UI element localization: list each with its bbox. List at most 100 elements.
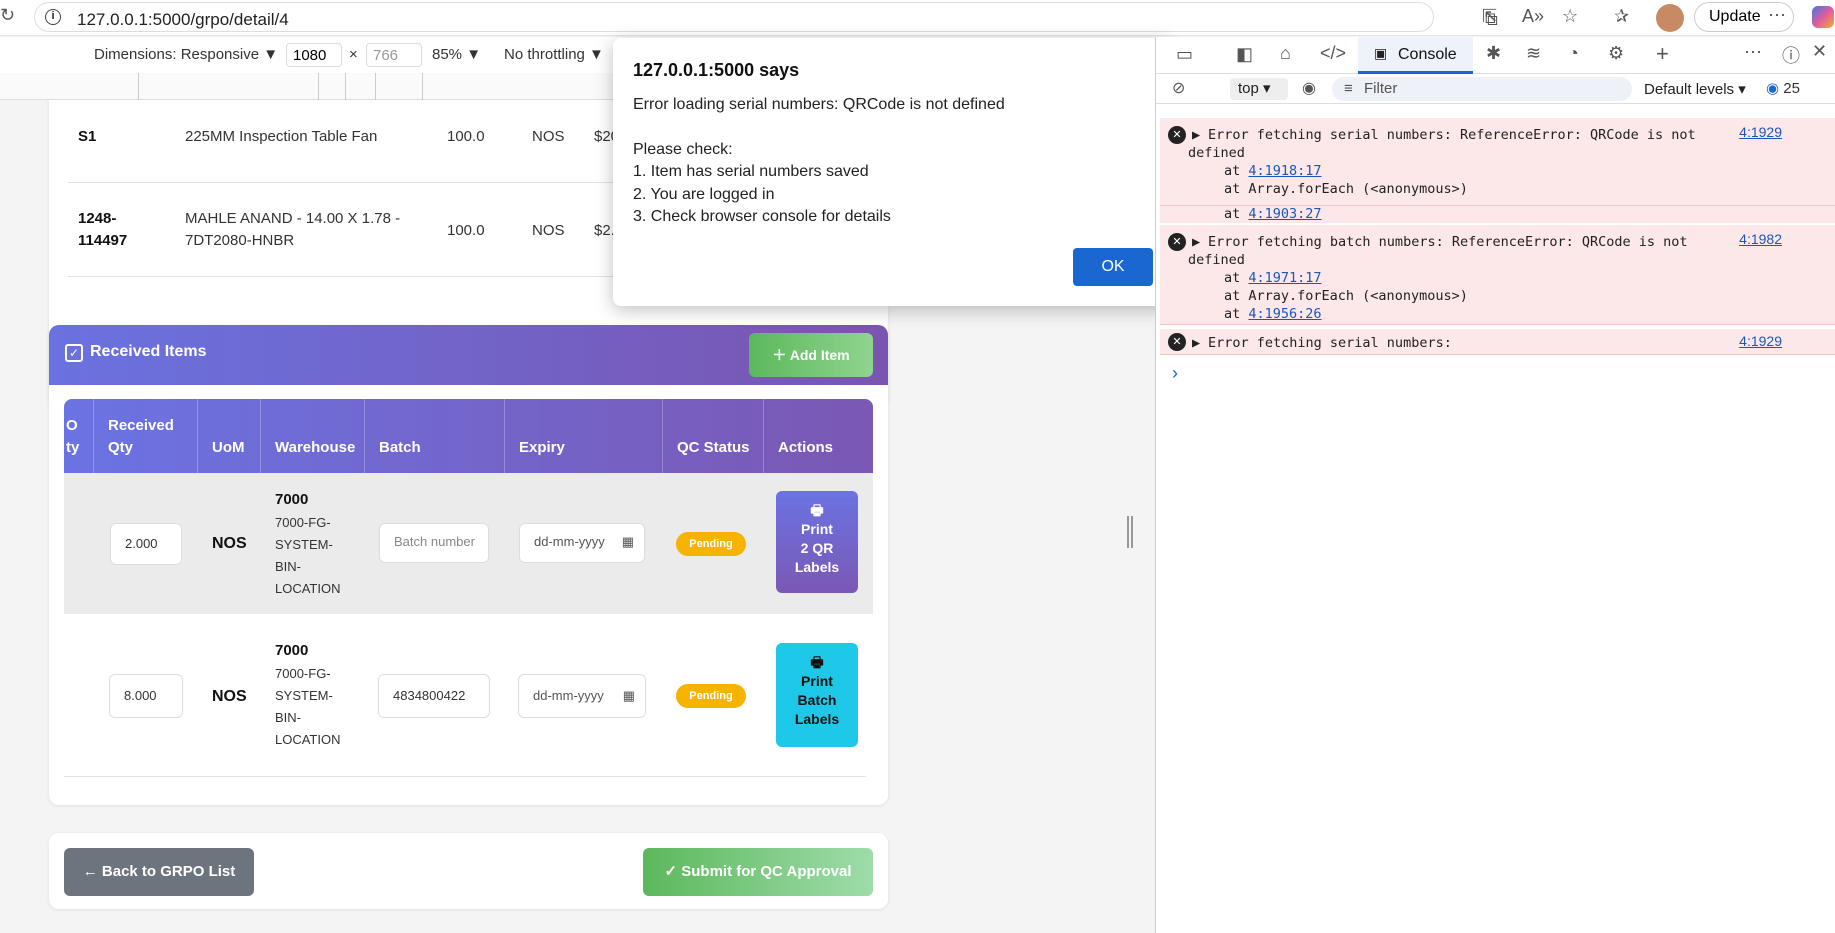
error-message: Error fetching serial numbers: [1208, 335, 1452, 351]
print-label: Batch [797, 692, 837, 708]
favorites-icon[interactable]: ✰ [1614, 6, 1629, 27]
times-sign: × [349, 46, 358, 63]
warehouse-location: 7000-FG- [275, 515, 331, 530]
dimensions-label: Dimensions: Responsive [94, 46, 260, 63]
add-tab-icon[interactable]: + [1656, 41, 1669, 67]
warehouse-code: 7000 [275, 491, 309, 508]
zoom-select[interactable]: 85% ▼ [432, 46, 481, 63]
expiry-date-input[interactable]: dd-mm-yyyy ▦ [519, 523, 645, 563]
copilot-icon[interactable] [1812, 6, 1834, 28]
expand-icon[interactable]: ▶ [1192, 234, 1200, 250]
stack-text: Array.forEach (<anonymous>) [1248, 181, 1468, 197]
context-select[interactable]: top ▾ [1230, 78, 1288, 100]
warehouse-location: SYSTEM- [275, 688, 333, 703]
tab-console[interactable]: ▣ Console [1358, 37, 1473, 74]
warehouse-location: LOCATION [275, 581, 341, 596]
calendar-icon[interactable]: ▦ [622, 524, 634, 560]
height-input[interactable] [366, 43, 422, 67]
print-batch-labels-button[interactable]: 🖶 Print Batch Labels [776, 643, 858, 747]
network-icon[interactable]: ≋ [1526, 43, 1541, 64]
home-icon[interactable]: ⌂ [1280, 43, 1291, 64]
settings-gear-icon[interactable]: ⚙ [1608, 43, 1624, 64]
dimensions-select[interactable]: Dimensions: Responsive ▼ [94, 46, 278, 63]
open-in-app-icon[interactable]: ⇱ [1482, 6, 1497, 27]
error-icon: ✕ [1168, 233, 1186, 251]
print-qr-labels-button[interactable]: 🖶 Print 2 QR Labels [776, 491, 858, 593]
received-qty-input[interactable]: 2.000 [110, 523, 182, 565]
dialog-message: Error loading serial numbers: QRCode is … [633, 96, 1005, 113]
devtools-tabs: ▭ ◧ ⌂ </> ▣ Console ✱ ≋ ◔ ⚙ + ⋯ ⓘ ✕ [1156, 37, 1835, 74]
console-icon: ▣ [1374, 45, 1388, 61]
table-row: 8.000 NOS 7000 7000-FG- SYSTEM- BIN- LOC… [64, 614, 873, 778]
help-icon[interactable]: ⓘ [1782, 42, 1800, 68]
ok-button[interactable]: OK [1073, 248, 1153, 286]
error-message: defined [1188, 145, 1245, 161]
item-uom: NOS [532, 222, 565, 239]
col-actions: Actions [778, 439, 834, 456]
profile-avatar[interactable] [1656, 4, 1684, 32]
submit-qc-button[interactable]: ✓ Submit for QC Approval [643, 848, 873, 896]
stack-link[interactable]: 4:1971:17 [1248, 270, 1321, 286]
item-code: 1248- [78, 210, 117, 227]
item-code: S1 [78, 128, 97, 145]
stack-frame: at Array.forEach (<anonymous>) [1224, 181, 1468, 197]
reload-icon[interactable]: ↻ [0, 5, 15, 26]
col-received-label: Received [108, 417, 174, 434]
print-label: Print [801, 673, 833, 689]
received-qty-input[interactable]: 8.000 [109, 674, 183, 718]
issues-icon: ◉ [1766, 80, 1780, 97]
clear-console-icon[interactable]: ⊘ [1172, 78, 1185, 98]
calendar-icon[interactable]: ▦ [623, 675, 635, 717]
stack-frame: at 4:1903:27 [1224, 206, 1322, 222]
add-item-label: Add Item [789, 347, 850, 363]
status-badge: Pending [676, 532, 746, 556]
expiry-date-input[interactable]: dd-mm-yyyy ▦ [518, 674, 646, 718]
performance-icon[interactable]: ◔ [1568, 43, 1579, 64]
site-info-icon[interactable]: i [45, 9, 61, 25]
batch-input[interactable]: 4834800422 [378, 674, 490, 718]
bug-icon[interactable]: ✱ [1486, 43, 1501, 64]
back-button[interactable]: ← Back to GRPO List [64, 848, 254, 896]
dialog-message: Please check: [633, 141, 733, 158]
stack-link[interactable]: 4:1903:27 [1248, 206, 1321, 222]
stack-link[interactable]: 4:1918:17 [1248, 163, 1321, 179]
printer-icon: 🖶 [810, 654, 824, 670]
dialog-message: 2. You are logged in [633, 186, 775, 203]
add-item-button[interactable]: ＋ Add Item [749, 333, 873, 377]
more-dots-icon[interactable]: ⋯ [1768, 5, 1786, 26]
console-prompt-icon[interactable]: › [1172, 363, 1178, 384]
throttle-select[interactable]: No throttling ▼ [504, 46, 604, 63]
device-toggle-icon[interactable]: ▭ [1176, 44, 1193, 65]
source-link[interactable]: 4:1929 [1739, 124, 1782, 140]
width-input[interactable] [286, 43, 342, 67]
item-desc: 225MM Inspection Table Fan [185, 128, 378, 145]
eye-icon[interactable]: ◉ [1302, 78, 1316, 98]
address-bar[interactable]: i 127.0.0.1:5000/grpo/detail/4 ⧉ [34, 2, 1498, 32]
more-icon[interactable]: ⋯ [1744, 42, 1762, 63]
close-icon[interactable]: ✕ [1812, 41, 1827, 62]
expand-icon[interactable]: ▶ [1192, 127, 1200, 143]
dock-icon[interactable]: ◧ [1236, 44, 1253, 65]
filter-input[interactable]: ≡ Filter [1332, 77, 1632, 101]
read-aloud-icon[interactable]: A» [1522, 6, 1544, 27]
resize-handle[interactable] [1127, 516, 1133, 548]
stack-frame: at 4:1956:26 [1224, 306, 1322, 322]
throttle-label: No throttling [504, 46, 585, 63]
warehouse-code: 7000 [275, 642, 309, 659]
batch-input[interactable]: Batch number [379, 523, 489, 563]
source-link[interactable]: 4:1982 [1739, 231, 1782, 247]
print-label: Labels [794, 559, 840, 575]
item-code: 114497 [78, 232, 128, 249]
log-levels-select[interactable]: Default levels ▾ [1644, 80, 1746, 98]
elements-icon[interactable]: </> [1320, 43, 1346, 64]
col-warehouse: Warehouse [261, 399, 365, 473]
source-link[interactable]: 4:1929 [1739, 333, 1782, 349]
expand-icon[interactable]: ▶ [1192, 335, 1200, 351]
item-desc: MAHLE ANAND - 14.00 X 1.78 - [185, 210, 401, 227]
issues-counter[interactable]: ◉ 25 [1766, 79, 1800, 97]
stack-link[interactable]: 4:1956:26 [1248, 306, 1321, 322]
favorite-star-icon[interactable]: ☆ [1562, 6, 1578, 27]
col-received-qty: Received Qty [94, 399, 198, 473]
stack-frame: at 4:1918:17 [1224, 163, 1322, 179]
console-error-cont: at 4:1903:27 [1160, 206, 1835, 223]
